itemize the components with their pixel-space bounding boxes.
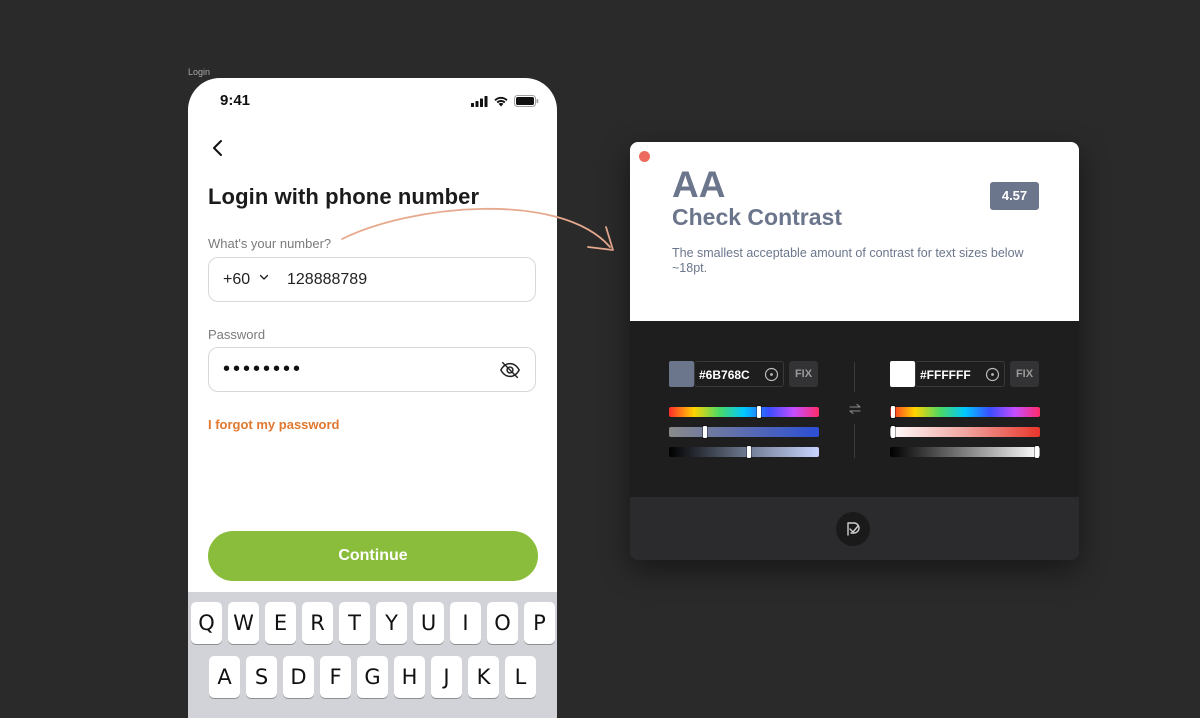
key-r[interactable]: R [302, 602, 333, 644]
level-description: The smallest acceptable amount of contra… [672, 246, 1024, 275]
swap-icon[interactable] [848, 403, 862, 415]
phone-number-input[interactable]: 128888789 [287, 271, 367, 289]
eye-off-icon [499, 361, 521, 379]
back-button[interactable] [206, 136, 230, 160]
plugin-logo-icon [847, 522, 860, 536]
cellular-signal-icon [471, 95, 488, 107]
password-label: Password [208, 327, 266, 342]
key-h[interactable]: H [394, 656, 425, 698]
close-window-button[interactable] [639, 151, 650, 162]
keyboard: QWERTYUIOP ASDFGHJKL [188, 592, 557, 718]
key-e[interactable]: E [265, 602, 296, 644]
phone-frame: 9:41 Login with phone number What's your… [188, 78, 557, 718]
toggle-password-visibility[interactable] [499, 359, 521, 386]
key-l[interactable]: L [505, 656, 536, 698]
foreground-lightness-thumb[interactable] [746, 446, 751, 458]
status-bar: 9:41 [188, 78, 557, 124]
plugin-menu-button[interactable] [836, 512, 870, 546]
frame-label: Login [188, 67, 211, 77]
background-lightness-thumb[interactable] [1035, 446, 1039, 458]
wcag-level: AA [672, 164, 726, 205]
key-a[interactable]: A [209, 656, 240, 698]
foreground-hex-input[interactable]: #6B768C [699, 368, 750, 382]
chevron-left-icon [213, 140, 222, 156]
country-code-select[interactable]: +60 [223, 271, 250, 289]
background-saturation-thumb[interactable] [891, 426, 895, 438]
key-s[interactable]: S [246, 656, 277, 698]
background-saturation-slider[interactable] [890, 426, 1040, 438]
foreground-saturation-thumb[interactable] [703, 426, 707, 438]
foreground-fix-button[interactable]: FIX [789, 361, 818, 387]
key-d[interactable]: D [283, 656, 314, 698]
continue-button[interactable]: Continue [208, 531, 538, 581]
key-i[interactable]: I [450, 602, 481, 644]
key-j[interactable]: J [431, 656, 462, 698]
key-f[interactable]: F [320, 656, 351, 698]
foreground-lightness-slider[interactable] [669, 446, 819, 458]
chevron-down-icon[interactable] [259, 272, 269, 282]
foreground-swatch[interactable] [669, 361, 694, 387]
phone-number-label: What's your number? [208, 236, 332, 251]
background-hue-thumb[interactable] [891, 406, 895, 418]
key-y[interactable]: Y [376, 602, 407, 644]
foreground-hue-slider[interactable] [669, 406, 819, 418]
key-g[interactable]: G [357, 656, 388, 698]
keyboard-row-2: ASDFGHJKL [209, 656, 542, 698]
contrast-ratio-badge: 4.57 [990, 182, 1039, 210]
battery-icon [514, 95, 539, 107]
wifi-icon [494, 96, 508, 107]
background-hex-field[interactable]: #FFFFFF [915, 361, 1005, 387]
key-t[interactable]: T [339, 602, 370, 644]
foreground-saturation-slider[interactable] [669, 426, 819, 438]
foreground-hex-field[interactable]: #6B768C [694, 361, 784, 387]
password-field[interactable]: •••••••• [208, 347, 536, 392]
background-swatch[interactable] [890, 361, 915, 387]
annotation-arrow-icon [341, 207, 614, 251]
divider-top [854, 362, 855, 392]
background-lightness-slider[interactable] [890, 446, 1040, 458]
key-q[interactable]: Q [191, 602, 222, 644]
foreground-hue-thumb[interactable] [757, 406, 761, 418]
background-fix-button[interactable]: FIX [1010, 361, 1039, 387]
background-hex-input[interactable]: #FFFFFF [920, 368, 971, 382]
divider-bottom [854, 424, 855, 458]
eyedropper-icon[interactable] [764, 367, 779, 382]
key-k[interactable]: K [468, 656, 499, 698]
key-u[interactable]: U [413, 602, 444, 644]
status-time: 9:41 [220, 92, 251, 109]
background-hue-slider[interactable] [890, 406, 1040, 418]
eyedropper-icon[interactable] [985, 367, 1000, 382]
key-p[interactable]: P [524, 602, 555, 644]
status-icons [471, 95, 539, 107]
key-o[interactable]: O [487, 602, 518, 644]
keyboard-row-1: QWERTYUIOP [191, 602, 557, 644]
contrast-checker-panel: AA Check Contrast 4.57 The smallest acce… [630, 142, 1079, 560]
key-w[interactable]: W [228, 602, 259, 644]
panel-title: Check Contrast [672, 204, 842, 230]
password-input[interactable]: •••••••• [223, 358, 303, 381]
forgot-password-link[interactable]: I forgot my password [208, 417, 339, 432]
